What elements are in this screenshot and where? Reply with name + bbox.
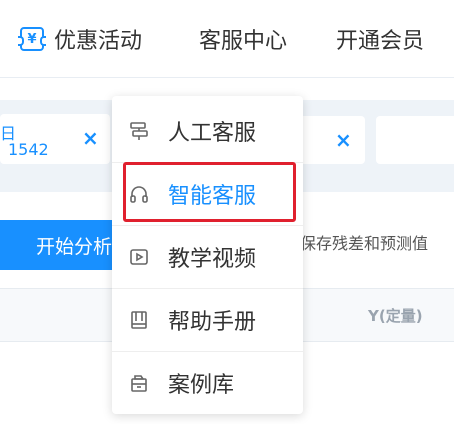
headset-icon [128, 183, 150, 205]
column-header-y: Y(定量) [368, 307, 423, 325]
nav-vip-label: 开通会员 [336, 29, 425, 54]
menu-item-case-library[interactable]: 案例库 [112, 351, 303, 414]
start-analysis-label: 开始分析 [35, 235, 112, 258]
menu-item-label: 智能客服 [168, 184, 257, 209]
nav-vip[interactable]: 开通会员 [336, 0, 424, 78]
top-navigation: ¥ 优惠活动 客服中心 开通会员 [0, 0, 454, 78]
nav-customer-service[interactable]: 客服中心 [199, 0, 287, 78]
filter-chip: 日 1542 × [0, 114, 110, 164]
archive-icon [128, 372, 150, 394]
filter-chip[interactable] [376, 116, 454, 164]
start-analysis-button[interactable]: 开始分析 [0, 220, 120, 270]
menu-item-label: 案例库 [168, 373, 235, 398]
filter-chip: × [295, 116, 365, 164]
menu-item-label: 帮助手册 [168, 310, 257, 335]
coupon-icon: ¥ [18, 27, 46, 51]
screen: ¥ 优惠活动 客服中心 开通会员 日 1542 × × 开始分析 保存残差和预测… [0, 0, 454, 424]
customer-service-dropdown: 人工客服 智能客服 教学视频 帮助手册 案例库 [112, 96, 303, 414]
signpost-icon [128, 120, 150, 142]
menu-item-tutorial-video[interactable]: 教学视频 [112, 225, 303, 288]
menu-item-label: 人工客服 [168, 120, 257, 146]
video-play-icon [128, 246, 150, 268]
nav-promo-label: 优惠活动 [54, 29, 143, 54]
nav-service-label: 客服中心 [199, 29, 288, 54]
close-icon[interactable]: × [82, 128, 99, 148]
menu-item-smart-service[interactable]: 智能客服 [112, 162, 303, 225]
save-residuals-option[interactable]: 保存残差和预测值 [300, 230, 428, 254]
close-icon[interactable]: × [335, 130, 352, 150]
menu-item-label: 教学视频 [168, 247, 257, 272]
nav-promo[interactable]: ¥ 优惠活动 [18, 0, 143, 78]
menu-item-human-service[interactable]: 人工客服 [112, 99, 303, 162]
book-icon [128, 309, 150, 331]
chip-count: 1542 [8, 140, 49, 159]
menu-item-help-manual[interactable]: 帮助手册 [112, 288, 303, 351]
